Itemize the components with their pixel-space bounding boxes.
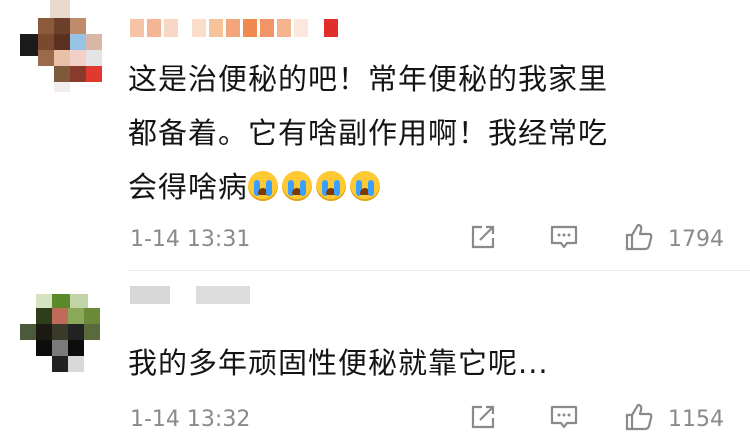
avatar[interactable]: [18, 294, 110, 386]
like-count: 1154: [668, 407, 724, 432]
crying-face-icon: [248, 171, 279, 201]
comment-item: 我的多年顽固性便秘就靠它呢... 1-14 13:32 1154: [0, 272, 750, 448]
divider: [128, 270, 750, 271]
comment-meta: 1-14 13:31 1794: [0, 218, 750, 258]
comment-item: 这是治便秘的吧！常年便秘的我家里 都备着。它有啥副作用啊！我经常吃 会得啥病 1…: [0, 0, 750, 272]
thumbs-up-icon[interactable]: [624, 222, 654, 252]
username[interactable]: [130, 19, 338, 37]
thumbs-up-icon[interactable]: [624, 402, 654, 432]
comment-icon[interactable]: [549, 402, 579, 432]
username[interactable]: [130, 286, 250, 304]
timestamp: 1-14 13:31: [130, 227, 251, 252]
crying-face-icon: [316, 171, 347, 201]
comment-meta: 1-14 13:32 1154: [0, 398, 750, 438]
comment-icon[interactable]: [549, 222, 579, 252]
comment-text: 这是治便秘的吧！常年便秘的我家里 都备着。它有啥副作用啊！我经常吃 会得啥病: [128, 52, 710, 214]
comment-text-line: 都备着。它有啥副作用啊！我经常吃: [128, 116, 609, 150]
crying-face-icon: [282, 171, 313, 201]
comment-text-line: 会得啥病: [128, 160, 710, 214]
share-icon[interactable]: [468, 222, 498, 252]
comment-text-line: 我的多年顽固性便秘就靠它呢...: [128, 346, 549, 380]
like-count: 1794: [668, 227, 724, 252]
timestamp: 1-14 13:32: [130, 407, 251, 432]
comment-text-line: 这是治便秘的吧！常年便秘的我家里: [128, 62, 609, 96]
comment-text: 我的多年顽固性便秘就靠它呢...: [128, 336, 710, 390]
share-icon[interactable]: [468, 402, 498, 432]
crying-face-icon: [350, 171, 381, 201]
avatar[interactable]: [18, 0, 110, 92]
